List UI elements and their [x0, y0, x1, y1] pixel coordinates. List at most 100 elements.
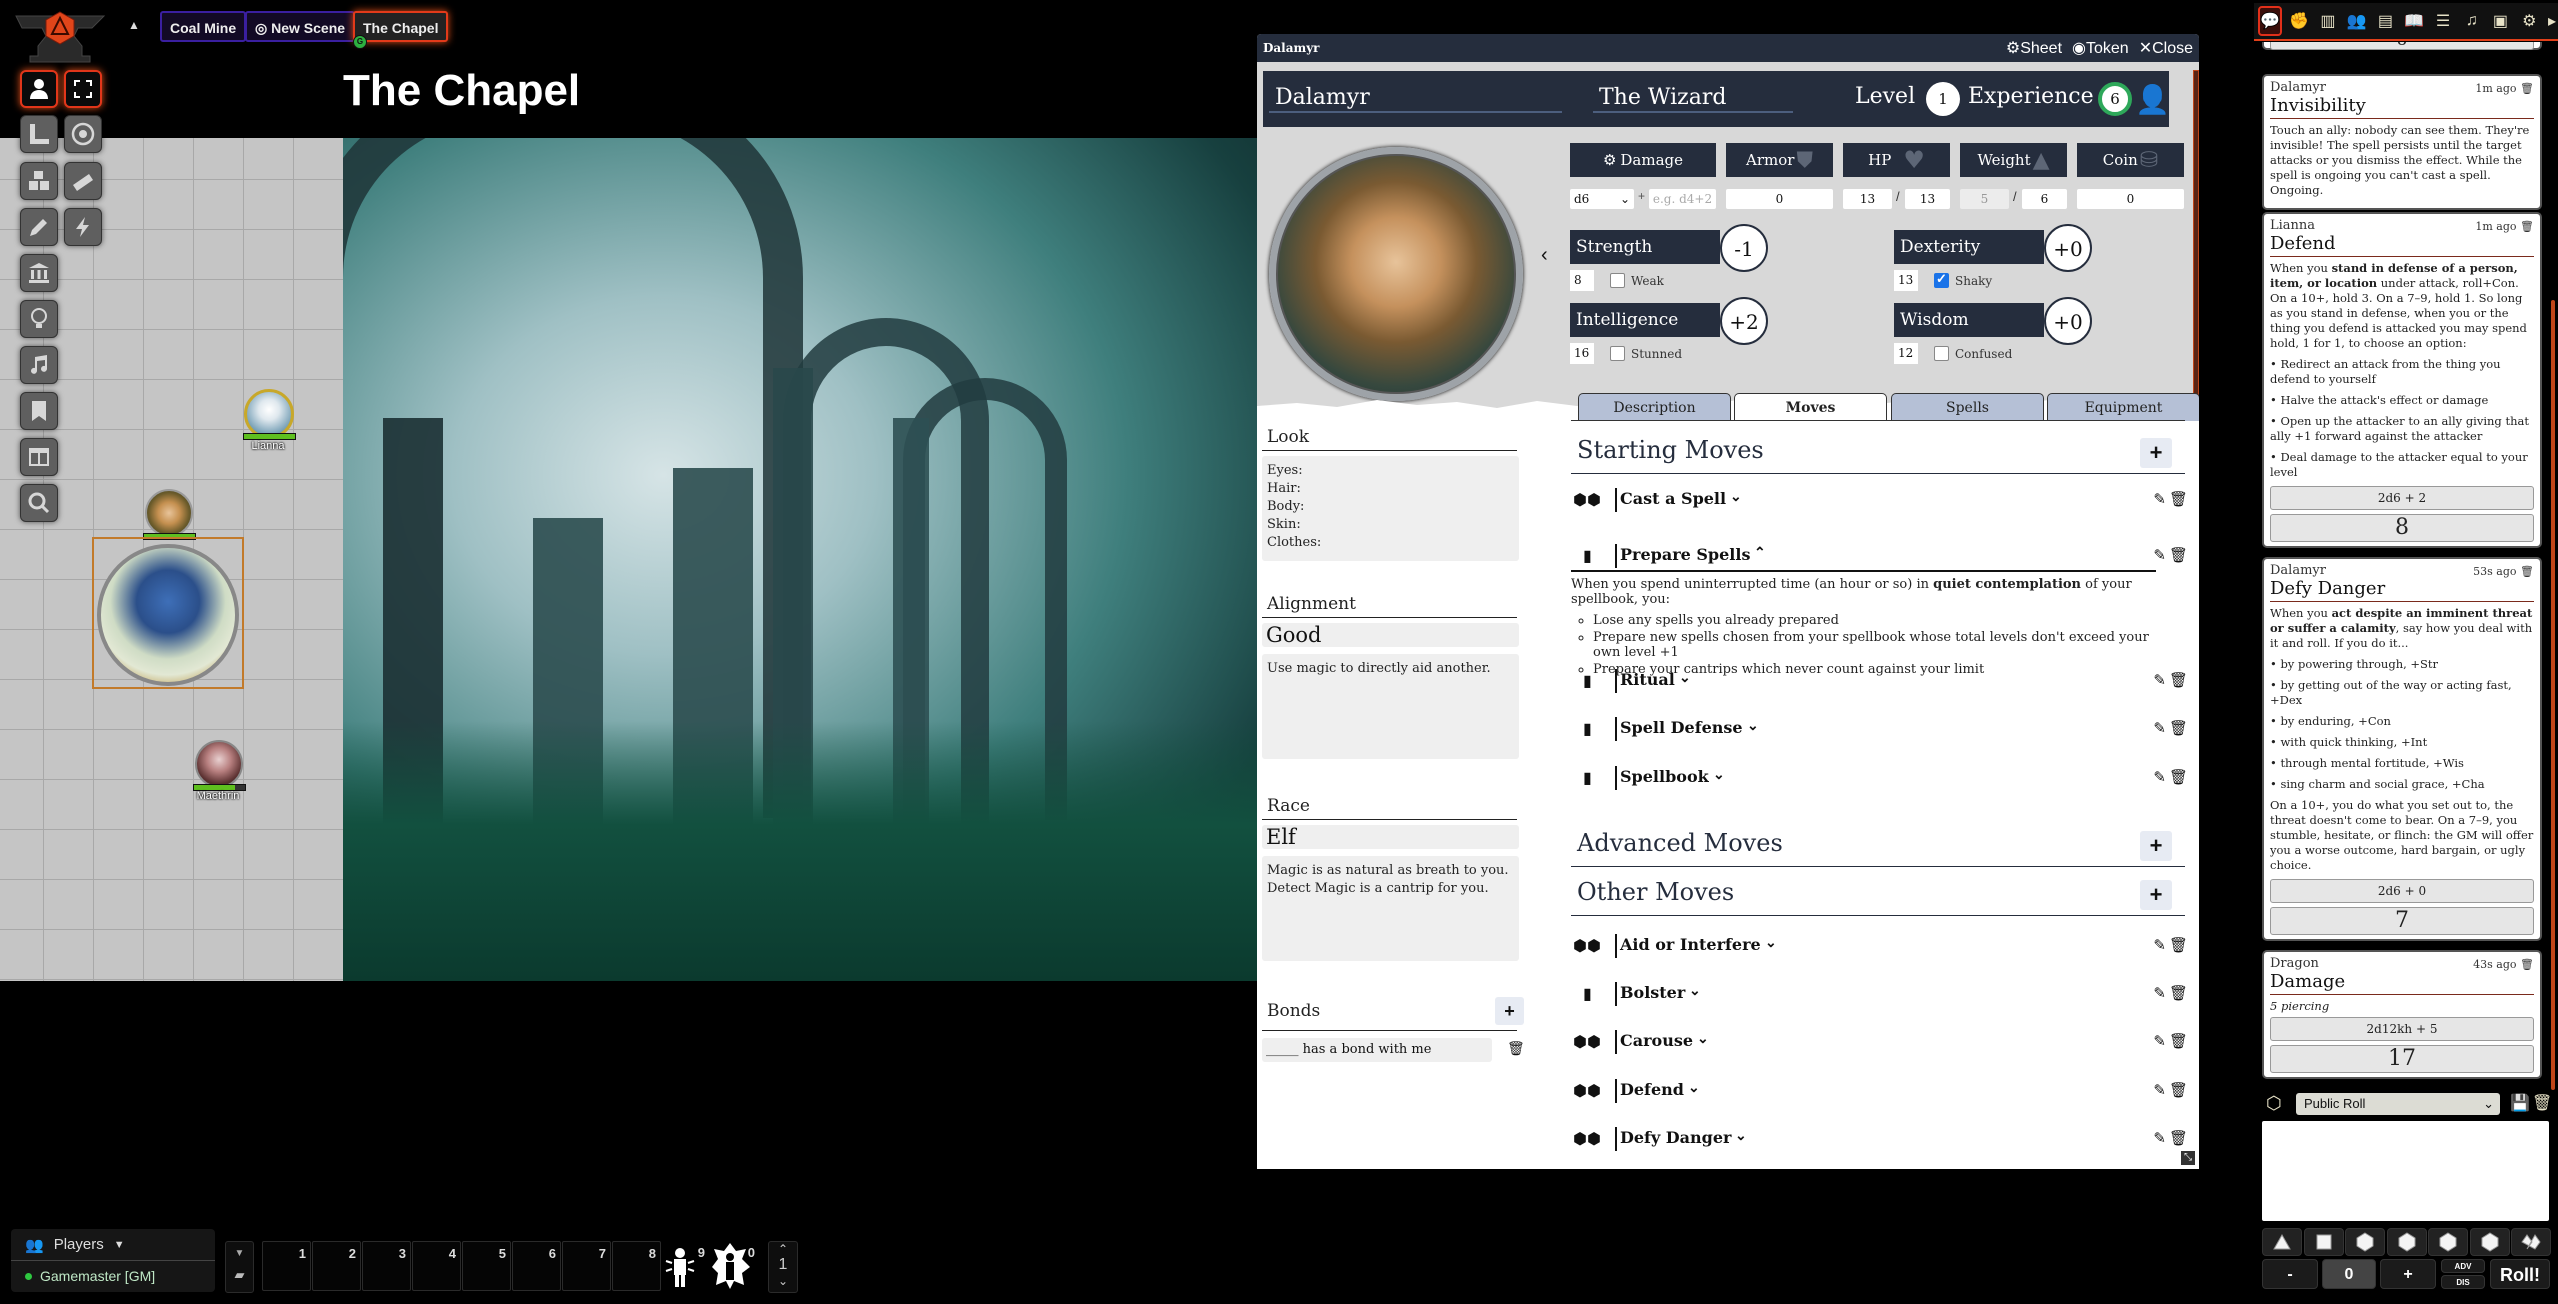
trash-icon[interactable]: 🗑: [2169, 768, 2191, 786]
move-name[interactable]: Prepare Spells: [1620, 545, 1750, 564]
clear-chat-trash-icon[interactable]: 🗑: [2532, 1093, 2552, 1113]
fullscreen-button[interactable]: [64, 70, 102, 108]
token-config-button[interactable]: ◉Token: [2072, 38, 2129, 58]
attribute-dexterity-score-input[interactable]: 13: [1894, 270, 1918, 291]
race-description-textarea[interactable]: Magic is as natural as breath to you. De…: [1262, 856, 1519, 961]
sheet-config-button[interactable]: ⚙Sheet: [2006, 38, 2062, 58]
window-resize-handle[interactable]: ⤡: [2181, 1151, 2195, 1165]
edit-icon[interactable]: ✎: [2153, 546, 2169, 564]
move-row[interactable]: ⬢⬢ Cast a Spell ⌄ ✎🗑: [1571, 485, 2191, 515]
delete-message-trash-icon[interactable]: 🗑: [2520, 220, 2534, 233]
edit-icon[interactable]: ✎: [2153, 1129, 2169, 1147]
players-header[interactable]: 👥 Players ▼: [11, 1229, 215, 1261]
chevron-down-icon[interactable]: ⌄: [1689, 983, 1701, 999]
dice-d100-button[interactable]: [2511, 1228, 2551, 1256]
drawing-tool-button[interactable]: [20, 208, 58, 246]
d20-icon[interactable]: ⬡: [2266, 1093, 2282, 1114]
disadvantage-button[interactable]: DIS: [2441, 1275, 2485, 1289]
modifier-value[interactable]: 0: [2322, 1259, 2376, 1289]
character-portrait[interactable]: [1269, 147, 1523, 401]
attribute-intelligence-modifier[interactable]: +2: [1720, 297, 1768, 345]
export-chat-save-icon[interactable]: 💾: [2510, 1093, 2530, 1113]
roll-formula[interactable]: 2d6 + 0: [2270, 879, 2534, 903]
sidebar-tab-combat[interactable]: ✊: [2287, 6, 2311, 36]
move-row[interactable]: ⬢⬢ Defend ⌄ ✎🗑: [1571, 1076, 2191, 1106]
sidebar-tab-tables[interactable]: ☰: [2431, 6, 2455, 36]
delete-message-trash-icon[interactable]: 🗑: [2520, 565, 2534, 578]
trash-icon[interactable]: 🗑: [2169, 546, 2191, 564]
trash-icon[interactable]: 🗑: [2169, 719, 2191, 737]
edit-icon[interactable]: ✎: [2153, 1081, 2169, 1099]
move-name[interactable]: Spell Defense: [1620, 718, 1743, 737]
chevron-up-icon[interactable]: ⌃: [1754, 545, 1766, 561]
hotbar-slot-4[interactable]: 4: [412, 1241, 461, 1291]
hotbar-slot-3[interactable]: 3: [362, 1241, 411, 1291]
dice-d10-button[interactable]: [2386, 1228, 2427, 1256]
alignment-description-textarea[interactable]: Use magic to directly aid another.: [1262, 654, 1519, 759]
edit-icon[interactable]: ✎: [2153, 936, 2169, 954]
hotbar-slot-6[interactable]: 6: [512, 1241, 561, 1291]
attribute-strength-header[interactable]: Strength: [1570, 230, 1720, 264]
chat-message-input[interactable]: [2262, 1121, 2549, 1221]
move-row[interactable]: ⬢⬢ Carouse ⌄ ✎🗑: [1571, 1027, 2191, 1057]
token-maethrin[interactable]: [195, 740, 243, 788]
token-dragon[interactable]: [97, 544, 239, 686]
modifier-minus-button[interactable]: -: [2262, 1259, 2318, 1289]
sidebar-tab-collapse[interactable]: ▸: [2546, 6, 2558, 36]
modifier-plus-button[interactable]: +: [2380, 1259, 2436, 1289]
tab-moves[interactable]: Moves: [1734, 393, 1887, 421]
delete-bond-trash-icon[interactable]: 🗑: [1507, 1040, 1525, 1057]
damage-bonus-input[interactable]: e.g. d4+2: [1649, 189, 1716, 209]
dice-d8-button[interactable]: [2345, 1228, 2385, 1256]
caret-down-icon[interactable]: ▼: [226, 1248, 253, 1259]
sheet-titlebar[interactable]: Dalamyr ⚙Sheet ◉Token ✕Close: [1257, 34, 2199, 62]
chevron-down-icon[interactable]: ⌄: [1697, 1031, 1709, 1047]
debility-confused-checkbox[interactable]: [1934, 346, 1949, 361]
armor-input[interactable]: 0: [1726, 189, 1833, 209]
dice-d20-button[interactable]: [2469, 1228, 2510, 1256]
sidebar-tab-playlists[interactable]: ♫: [2460, 6, 2484, 36]
hotbar-slot-2[interactable]: 2: [312, 1241, 361, 1291]
move-name[interactable]: Cast a Spell: [1620, 489, 1726, 508]
trash-icon[interactable]: 🗑: [2169, 1032, 2191, 1050]
sidebar-tab-compendium[interactable]: ▣: [2489, 6, 2513, 36]
token-dalamyr[interactable]: [145, 489, 193, 537]
move-name[interactable]: Aid or Interfere: [1620, 935, 1761, 954]
chevron-down-icon[interactable]: ⌄: [1747, 718, 1759, 734]
tiles-tool-button[interactable]: [20, 162, 58, 200]
roll-dice-icon[interactable]: ⬢⬢: [1573, 1081, 1611, 1101]
chat-log[interactable]: 8 Dalamyr 1m ago 🗑 Invisibility Touch an…: [2258, 42, 2548, 1092]
hp-current-input[interactable]: 13: [1843, 189, 1892, 209]
token-controls-button[interactable]: [20, 70, 58, 108]
hp-max-input[interactable]: 13: [1905, 189, 1950, 209]
move-row[interactable]: ⬢⬢ Defy Danger ⌄ ✎🗑: [1571, 1124, 2191, 1154]
roll-dice-icon[interactable]: ⬢⬢: [1573, 1129, 1611, 1149]
notes-tool-button[interactable]: [20, 392, 58, 430]
edit-icon[interactable]: ✎: [2153, 490, 2169, 508]
roll-dice-icon[interactable]: ⬢⬢: [1573, 1032, 1611, 1052]
debility-stunned-checkbox[interactable]: [1610, 346, 1625, 361]
move-row[interactable]: ▮ Prepare Spells ⌃ ✎🗑: [1571, 541, 2191, 571]
token-lianna[interactable]: [244, 389, 294, 439]
sidebar-tab-actors[interactable]: 👥: [2345, 6, 2369, 36]
chat-scrollbar[interactable]: [2551, 300, 2555, 1090]
look-textarea[interactable]: Eyes: Hair: Body: Skin: Clothes:: [1262, 456, 1519, 561]
trash-icon[interactable]: 🗑: [2169, 671, 2191, 689]
collapse-sidebar-chevron-icon[interactable]: ‹: [1541, 244, 1548, 267]
damage-die-select[interactable]: d6 ⌄: [1570, 189, 1634, 209]
weight-max-input[interactable]: 6: [2022, 189, 2067, 209]
hotbar-slot-7[interactable]: 7: [562, 1241, 611, 1291]
experience-value[interactable]: 6: [2098, 82, 2132, 116]
move-name[interactable]: Bolster: [1620, 983, 1685, 1002]
roll-formula[interactable]: 2d6 + 2: [2270, 486, 2534, 510]
edit-icon[interactable]: ✎: [2153, 768, 2169, 786]
race-input[interactable]: Elf: [1262, 825, 1519, 849]
attribute-strength-modifier[interactable]: -1: [1720, 224, 1768, 272]
effects-tool-button[interactable]: [64, 208, 102, 246]
dice-d12-button[interactable]: [2428, 1228, 2468, 1256]
attribute-intelligence-header[interactable]: Intelligence: [1570, 303, 1720, 337]
ruler-tool-button[interactable]: [64, 162, 102, 200]
lighting-tool-button[interactable]: [20, 300, 58, 338]
page-down-icon[interactable]: ⌄: [769, 1274, 797, 1288]
scene-background-image[interactable]: [343, 138, 1258, 981]
